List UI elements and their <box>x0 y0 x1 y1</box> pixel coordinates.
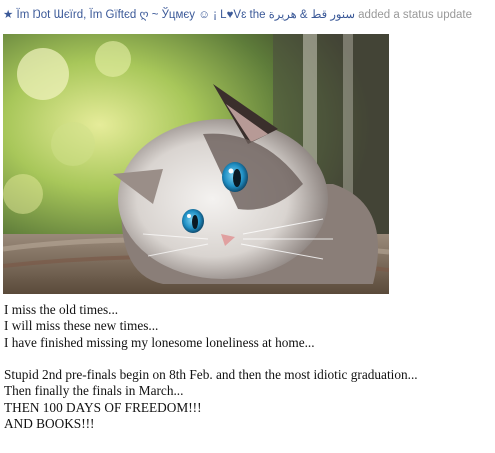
status-line-blank <box>4 351 492 367</box>
kitten-photo[interactable] <box>3 34 389 294</box>
author-link[interactable]: ★ Ïm Ŋot Ɯєïrd, Ïm Gïftєd ღ ~ Ўцмєу ☺ ¡ … <box>3 9 355 21</box>
status-text: I miss the old times... I will miss thes… <box>4 302 492 432</box>
status-line: I miss the old times... <box>4 302 119 317</box>
status-line: I will miss these new times... <box>4 318 159 334</box>
post-header: ★ Ïm Ŋot Ɯєïrd, Ïm Gïftєd ღ ~ Ўцмєу ☺ ¡ … <box>3 7 493 23</box>
status-line: Then finally the finals in March... <box>4 383 184 399</box>
status-line: THEN 100 DAYS OF FREEDOM!!! <box>4 399 202 415</box>
status-line: Stupid 2nd pre-finals begin on 8th Feb. … <box>4 367 418 383</box>
status-line: AND BOOKS!!! <box>4 416 95 432</box>
status-line: I have finished missing my lonesome lone… <box>4 334 315 350</box>
post-action-text: added a status update <box>354 9 472 21</box>
